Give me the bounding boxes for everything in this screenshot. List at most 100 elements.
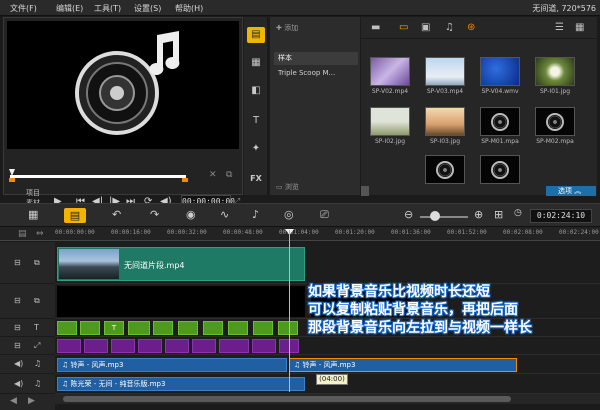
media-thumb-audio[interactable]	[425, 155, 465, 184]
zoom-slider[interactable]	[420, 216, 468, 218]
title-tab-icon[interactable]: T	[247, 113, 265, 129]
media-thumb-sp-m01[interactable]	[480, 107, 520, 136]
scroll-left-icon[interactable]: ◀	[10, 396, 17, 406]
storyboard-view-icon[interactable]: ▦	[28, 208, 38, 221]
track-visible-icon[interactable]: ⊟	[14, 341, 21, 350]
timeline-view-icon[interactable]: ▤	[64, 208, 86, 223]
zoom-slider-knob[interactable]	[430, 211, 440, 221]
add-folder-button[interactable]: ✚ 添加	[276, 23, 298, 33]
scrollbar-thumb[interactable]	[63, 396, 511, 402]
media-thumb-sp-v03[interactable]	[425, 57, 465, 86]
title-clip[interactable]	[80, 321, 100, 335]
zoom-out-icon[interactable]: ⊖	[404, 208, 413, 221]
fit-project-icon[interactable]: ⊞	[494, 208, 503, 221]
menu-edit[interactable]: 编辑(E)	[56, 3, 83, 14]
scrub-bar[interactable]	[10, 175, 186, 178]
folder-icon[interactable]: ▬	[371, 22, 380, 33]
menu-settings[interactable]: 设置(S)	[134, 3, 161, 14]
audio-disc-icon	[546, 112, 564, 131]
playhead-line[interactable]	[289, 230, 290, 392]
fx-filter-tab-icon[interactable]: FX	[247, 171, 265, 187]
copy-icon[interactable]: ⧉	[226, 170, 232, 180]
mark-out-handle[interactable]	[182, 178, 188, 182]
menu-file[interactable]: 文件(F)	[10, 3, 37, 14]
timeline-timecode[interactable]: 0:02:24:10	[530, 209, 592, 223]
effect-clip[interactable]	[111, 339, 135, 353]
track-visible-icon[interactable]: ⊟	[14, 258, 21, 267]
instant-project-tab-icon[interactable]: ▦	[247, 55, 265, 71]
title-clip[interactable]	[278, 321, 298, 335]
timeline-horizontal-scrollbar[interactable]	[55, 394, 600, 404]
effect-clip[interactable]	[57, 339, 81, 353]
effect-clip[interactable]	[165, 339, 189, 353]
media-thumb-audio[interactable]	[480, 155, 520, 184]
media-thumb-sp-i03[interactable]	[425, 107, 465, 136]
overlay-clip[interactable]	[57, 286, 305, 317]
media-scroll-left-button[interactable]	[361, 186, 369, 196]
effect-track[interactable]	[55, 337, 600, 355]
menu-help[interactable]: 帮助(H)	[175, 3, 203, 14]
title-clip[interactable]	[153, 321, 173, 335]
title-clip[interactable]	[128, 321, 150, 335]
add-label: 添加	[284, 24, 299, 32]
title-clip[interactable]	[178, 321, 198, 335]
scroll-right-icon[interactable]: ▶	[28, 396, 35, 406]
motion-track-icon[interactable]: ◎	[284, 208, 294, 221]
media-thumb-sp-v04[interactable]	[480, 57, 520, 86]
project-mode-label[interactable]: 项目	[26, 188, 40, 198]
voice-clip-label: 铃声 - 风声.mp3	[70, 361, 124, 369]
list-view-icon[interactable]: ☰	[555, 22, 564, 33]
sort-icon[interactable]: ⊛	[467, 22, 475, 33]
show-video-icon[interactable]: ▭	[399, 22, 408, 33]
title-clip[interactable]: T	[104, 321, 124, 335]
undo-icon[interactable]: ↶	[112, 208, 121, 221]
music-track-header: ◀) ♫	[0, 374, 55, 394]
media-thumb-sp-v02[interactable]	[370, 57, 410, 86]
menu-tools[interactable]: 工具(T)	[94, 3, 121, 14]
voice-audio-clip-copy[interactable]: ♫ 铃声 - 风声.mp3	[289, 358, 517, 372]
effect-clip[interactable]	[192, 339, 216, 353]
browse-button[interactable]: ▭ 浏览	[276, 182, 299, 192]
zoom-in-icon[interactable]: ⊕	[474, 208, 483, 221]
media-tab-icon[interactable]: ▤	[247, 27, 265, 43]
timeline-ruler[interactable]: 00:00:00:00 00:00:16:00 00:00:32:00 00:0…	[55, 227, 600, 241]
folder-samples[interactable]: 样本	[274, 52, 358, 65]
media-thumb-sp-m02[interactable]	[535, 107, 575, 136]
mark-in-handle[interactable]	[9, 178, 15, 182]
effect-clip[interactable]	[219, 339, 249, 353]
media-label: SP-V03.mp4	[426, 88, 464, 95]
track-mute-icon[interactable]: ◀)	[14, 379, 23, 388]
effect-track-icon: ⤢	[34, 341, 41, 350]
thumbnail-view-icon[interactable]: ▦	[575, 22, 584, 33]
track-mute-icon[interactable]: ◀)	[14, 359, 23, 368]
title-clip[interactable]	[253, 321, 273, 335]
effect-clip[interactable]	[84, 339, 108, 353]
record-capture-icon[interactable]: ◉	[186, 208, 196, 221]
title-clip[interactable]	[228, 321, 248, 335]
track-visible-icon[interactable]: ⊟	[14, 296, 21, 305]
redo-icon[interactable]: ↷	[150, 208, 159, 221]
options-button[interactable]: 选项 ︽	[546, 186, 596, 196]
media-thumb-sp-i01[interactable]	[535, 57, 575, 86]
transition-tab-icon[interactable]: ◧	[247, 83, 265, 99]
title-clip[interactable]	[57, 321, 77, 335]
track-visible-icon[interactable]: ⊟	[14, 323, 21, 332]
effect-clip[interactable]	[252, 339, 276, 353]
add-marker-icon[interactable]: ⇔	[36, 229, 44, 239]
sound-mixer-icon[interactable]: ∿	[220, 208, 229, 221]
voice-audio-clip[interactable]: ♫ 铃声 - 风声.mp3	[57, 358, 287, 372]
media-thumb-sp-i02[interactable]	[370, 107, 410, 136]
folder-triple-scoop[interactable]: Triple Scoop M...	[274, 67, 358, 80]
show-image-icon[interactable]: ▣	[421, 22, 430, 33]
video-clip[interactable]: 无间道片段.mp4	[57, 247, 305, 281]
track-manager-icon[interactable]: ▤	[18, 229, 27, 239]
subtitle-editor-icon[interactable]: ⎚	[320, 208, 329, 222]
graphic-tab-icon[interactable]: ✦	[247, 141, 265, 157]
music-audio-clip[interactable]: ♫ 陈光荣 - 无间 - 纯音乐版.mp3	[57, 377, 305, 391]
show-audio-icon[interactable]: ♫	[445, 22, 454, 33]
media-label: SP-V04.wmv	[481, 88, 519, 95]
close-icon[interactable]: ✕	[209, 170, 217, 180]
effect-clip[interactable]	[138, 339, 162, 353]
title-clip[interactable]	[203, 321, 223, 335]
auto-music-icon[interactable]: ♪	[252, 208, 259, 221]
